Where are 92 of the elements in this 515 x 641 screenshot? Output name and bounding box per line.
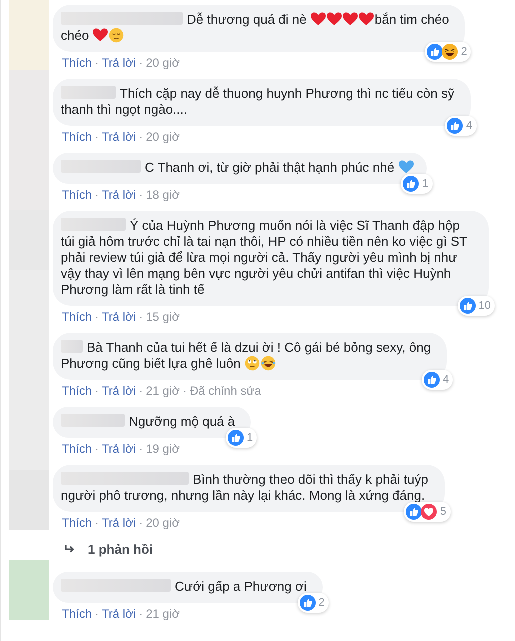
smiley-icon: [244, 356, 260, 371]
comment-meta-text: 18 giờ: [146, 188, 180, 202]
comment-action-link[interactable]: Thích: [62, 56, 92, 70]
reaction-count: 10: [478, 300, 491, 312]
reaction-badge[interactable]: 1: [226, 428, 258, 448]
comment-meta-text: 15 giờ: [146, 310, 180, 324]
like-icon: [460, 298, 476, 314]
separator-dot: ·: [95, 607, 100, 621]
comment-text: Bình thường theo dõi thì thấy k phải tuýp: [193, 472, 428, 487]
comment-text: Ngưỡng mộ quá à: [129, 414, 236, 429]
comment-text: túi giả hôm trước chỉ là tai nạn thôi, HP có nhiều tiền nên ko việc gì ST phải review túi giả để lừa mọi người cả. Thấy người yêu mình bị như vậy thay vì lên mạng bên vực người yêu chửi antifan thì việc Huỳnh Phương làm rất là tinh tế: [61, 234, 468, 297]
reaction-badge[interactable]: 2: [425, 42, 472, 62]
like-icon: [427, 44, 444, 60]
reply-arrow-icon: [65, 545, 76, 554]
laughing-icon: [260, 356, 276, 371]
reaction-count: 5: [440, 506, 446, 518]
separator-dot: ·: [139, 607, 144, 621]
comment-action-link[interactable]: Thích: [62, 607, 92, 621]
reaction-count: 1: [247, 432, 254, 444]
separator-dot: ·: [95, 442, 100, 456]
heart-icon: [310, 12, 326, 27]
reaction-count: 2: [461, 46, 468, 58]
heart-icon: [398, 160, 414, 175]
comment-text: Bà Thanh của tui hết ế là dzui ời ! Cô gái bé bỏng sexy, ông: [87, 340, 432, 355]
separator-dot: ·: [139, 442, 144, 456]
separator-dot: ·: [95, 56, 100, 70]
heart-icon: [342, 12, 358, 27]
comment-action-link[interactable]: Thích: [62, 310, 92, 324]
separator-dot: ·: [95, 310, 100, 324]
reaction-badge[interactable]: 4: [422, 370, 454, 390]
like-icon: [228, 430, 244, 446]
comment-text: Thích cặp nay dễ thuong huynh Phương thì nc tiếu còn sỹ: [120, 86, 454, 101]
comment-action-link[interactable]: Thích: [62, 130, 92, 144]
separator-dot: ·: [139, 130, 144, 144]
reaction-badge[interactable]: 4: [445, 116, 476, 136]
replies-link[interactable]: 1 phản hồi: [88, 542, 153, 557]
comment-text: Phương cũng biết lựa ghê luôn: [61, 356, 241, 371]
comment-meta-text: Đã chỉnh sửa: [190, 384, 262, 398]
separator-dot: ·: [95, 188, 100, 202]
comment-meta-text: 21 giờ: [146, 384, 180, 398]
reaction-badge[interactable]: 2: [298, 593, 329, 613]
reaction-count: 4: [442, 374, 450, 386]
comment-action-link[interactable]: Trả lời: [102, 310, 136, 324]
comment-action-link[interactable]: Trả lời: [102, 188, 136, 202]
comment-text: C Thanh ơi, từ giờ phải thật hạnh phúc nhé: [145, 160, 395, 175]
comment-action-link[interactable]: Thích: [62, 384, 92, 398]
separator-dot: ·: [139, 188, 144, 202]
heart-icon: [326, 12, 342, 27]
comment-meta-text: 20 giờ: [146, 130, 180, 144]
comment-action-link[interactable]: Thích: [62, 516, 92, 530]
comment-text: người phô trương, nhưng lần này lại khác. Mong là xứng đáng.: [61, 488, 426, 503]
laughing-icon: [442, 44, 458, 60]
comment-text: Ý của Huỳnh Phương muốn nói là việc Sĩ Thanh đập hộp: [130, 218, 460, 233]
comment-meta-text: 21 giờ: [146, 607, 180, 621]
comment-text: bắn tim chéo: [374, 12, 450, 27]
reaction-badge[interactable]: 10: [458, 296, 495, 316]
comment-text: Dễ thương quá đi nè: [187, 12, 307, 27]
comment-action-link[interactable]: Thích: [62, 188, 92, 202]
smiley-icon: [109, 28, 124, 43]
heart-icon: [93, 28, 108, 43]
like-icon: [424, 372, 440, 388]
separator-dot: ·: [95, 130, 100, 144]
comment-meta-text: 20 giờ: [146, 516, 180, 530]
comment-action-link[interactable]: Trả lời: [102, 442, 136, 456]
like-icon: [403, 176, 420, 192]
separator-dot: ·: [183, 384, 187, 398]
separator-dot: ·: [139, 384, 144, 398]
comment-text: chéo: [61, 28, 90, 43]
reaction-count: 1: [422, 178, 429, 190]
reaction-badge[interactable]: 5: [404, 502, 450, 522]
like-icon: [447, 118, 464, 134]
comment-action-link[interactable]: Trả lời: [102, 130, 136, 144]
comment-text: Cưới gấp a Phương ơi: [175, 579, 307, 594]
comment-action-link[interactable]: Trả lời: [102, 607, 136, 621]
comment-action-link[interactable]: Trả lời: [102, 516, 136, 530]
separator-dot: ·: [95, 516, 100, 530]
like-icon: [406, 504, 422, 520]
like-icon: [300, 595, 316, 611]
comment-meta-text: 20 giờ: [146, 56, 180, 70]
reaction-count: 2: [318, 597, 325, 609]
comment-action-link[interactable]: Trả lời: [102, 384, 136, 398]
comment-meta-text: 19 giờ: [146, 442, 180, 456]
separator-dot: ·: [95, 384, 100, 398]
comment-action-link[interactable]: Trả lời: [102, 56, 136, 70]
separator-dot: ·: [139, 310, 144, 324]
separator-dot: ·: [139, 56, 144, 70]
heart-icon: [358, 12, 374, 27]
reaction-count: 4: [466, 120, 472, 132]
comment-text: thanh thì ngọt ngào....: [61, 102, 188, 117]
separator-dot: ·: [139, 516, 144, 530]
comment-action-link[interactable]: Thích: [62, 442, 92, 456]
reaction-badge[interactable]: 1: [401, 174, 433, 194]
